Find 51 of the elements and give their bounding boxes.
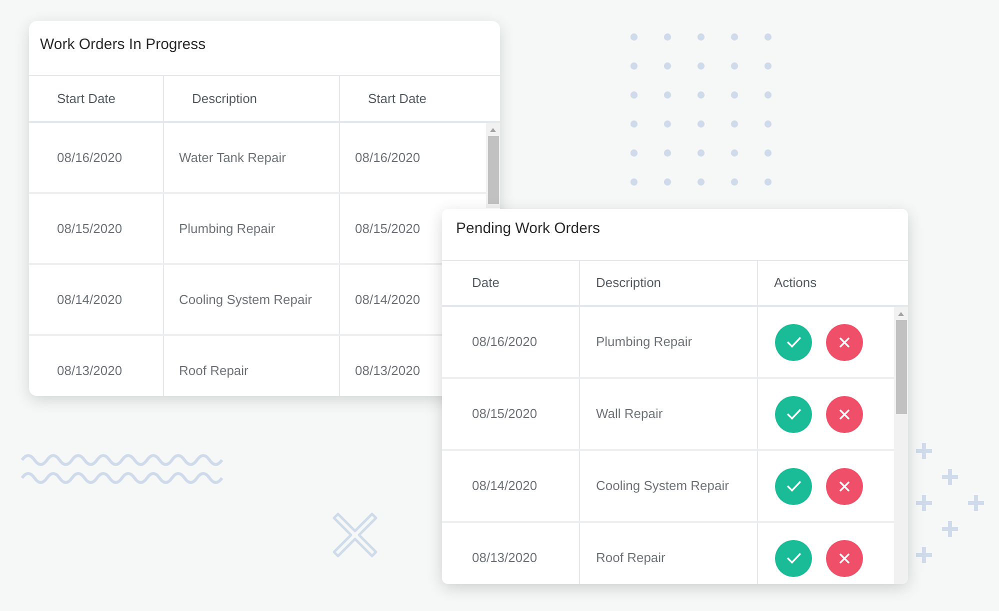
table-cell-text: 08/14/2020 [57, 290, 122, 309]
reject-button[interactable] [826, 468, 863, 504]
approve-button[interactable] [775, 324, 812, 360]
scroll-up-icon[interactable] [897, 311, 905, 317]
table-cell-text: 08/13/2020 [57, 362, 122, 380]
cross-drawing [332, 512, 378, 558]
table-cell-text: 08/13/2020 [472, 549, 538, 568]
column-header: Description [192, 90, 258, 108]
check-icon [786, 408, 802, 420]
scroll-up-icon[interactable] [489, 127, 497, 133]
scrollbar[interactable] [486, 123, 500, 208]
table-cell-text: Plumbing Repair [596, 333, 692, 352]
table-cell-text: Plumbing Repair [179, 220, 276, 238]
approve-button[interactable] [775, 540, 812, 576]
table-cell-text: 08/16/2020 [472, 333, 538, 352]
table-cell-text: 08/14/2020 [472, 477, 538, 496]
scroll-thumb[interactable] [488, 136, 498, 204]
close-icon [839, 408, 850, 420]
table-cell-text: Cooling System Repair [179, 290, 312, 309]
close-icon [839, 336, 850, 348]
table-cell-text: 08/16/2020 [57, 148, 122, 167]
reject-button[interactable] [826, 324, 863, 360]
table-cell-text: Cooling System Repair [596, 477, 729, 496]
table-cell-text: Wall Repair [596, 405, 663, 424]
close-icon [839, 480, 850, 492]
column-header: Description [596, 274, 662, 292]
column-header: Start Date [57, 90, 116, 108]
scrollbar[interactable] [894, 307, 908, 584]
column-header: Date [472, 274, 500, 292]
table-cell-text: Roof Repair [179, 362, 248, 380]
table-cell-text: 08/15/2020 [355, 220, 420, 238]
table-cell-text: 08/16/2020 [355, 148, 420, 167]
check-icon [786, 552, 802, 564]
card-title: Work Orders In Progress [40, 36, 206, 53]
table-cell-text: 08/15/2020 [57, 220, 122, 238]
approve-button[interactable] [775, 468, 812, 504]
approve-button[interactable] [775, 396, 812, 432]
reject-button[interactable] [826, 396, 863, 432]
table-cell-text: 08/14/2020 [355, 290, 420, 309]
column-header: Start Date [368, 90, 427, 108]
scroll-thumb[interactable] [896, 320, 906, 414]
column-header: Actions [774, 274, 817, 292]
reject-button[interactable] [826, 540, 863, 576]
table-cell-text: Roof Repair [596, 549, 666, 568]
table-cell-text: 08/13/2020 [355, 362, 420, 380]
close-icon [839, 552, 850, 564]
check-icon [786, 480, 802, 492]
check-icon [786, 336, 802, 348]
table-cell-text: Water Tank Repair [179, 148, 286, 167]
table-cell-text: 08/15/2020 [472, 405, 538, 424]
card-title: Pending Work Orders [456, 220, 600, 237]
